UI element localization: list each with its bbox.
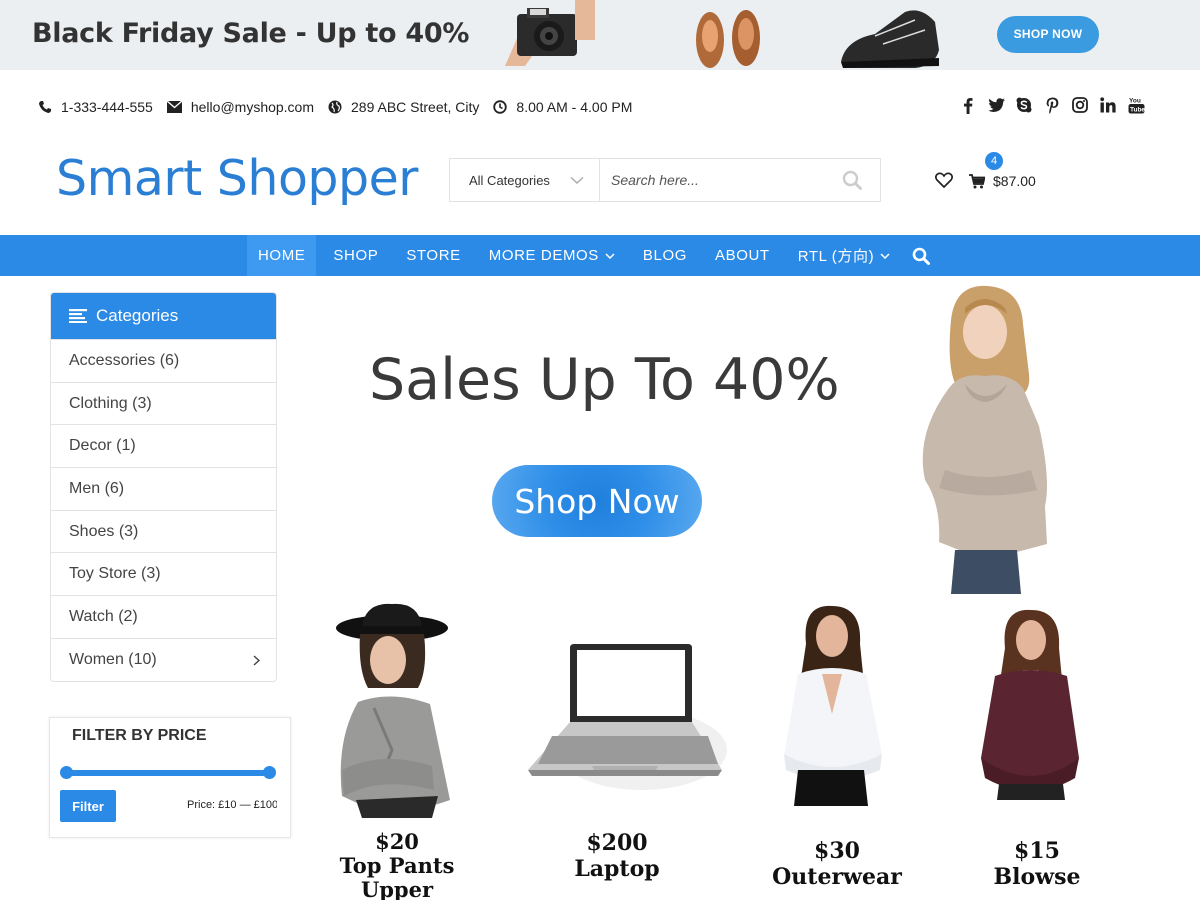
globe-icon — [328, 100, 342, 114]
svg-text:Tube: Tube — [1130, 107, 1145, 114]
product-card[interactable]: $15 Blowse — [942, 838, 1132, 890]
nav-about[interactable]: ABOUT — [701, 235, 784, 276]
address-text: 289 ABC Street, City — [351, 99, 480, 115]
search-bar: All Categories — [449, 158, 881, 202]
promo-banner: Black Friday Sale - Up to 40% SHOP NOW — [0, 0, 1200, 70]
search-icon — [842, 170, 862, 190]
product-price: $200 — [586, 830, 648, 856]
category-item[interactable]: Decor (1) — [51, 424, 276, 467]
contact-info-bar: 1-333-444-555 hello@myshop.com 289 ABC S… — [38, 97, 646, 117]
twitter-icon[interactable] — [982, 98, 1010, 112]
model-woman-image — [922, 285, 1047, 594]
categories-widget: Categories Accessories (6) Clothing (3) … — [50, 292, 277, 682]
linkedin-icon[interactable] — [1094, 97, 1122, 113]
contact-address: 289 ABC Street, City — [328, 99, 479, 115]
heart-icon — [935, 172, 953, 189]
product-image-blowse[interactable] — [975, 608, 1085, 800]
nav-blog[interactable]: BLOG — [629, 235, 701, 276]
chevron-down-icon — [880, 252, 890, 259]
product-card[interactable]: $200 Laptop — [522, 830, 712, 882]
promo-title: Black Friday Sale - Up to 40% — [32, 18, 470, 49]
category-item-label: Women (10) — [69, 650, 157, 668]
product-price: $20 — [375, 829, 419, 854]
category-item[interactable]: Toy Store (3) — [51, 552, 276, 595]
search-icon — [912, 247, 931, 265]
price-slider-min-handle[interactable] — [60, 766, 73, 779]
contact-phone[interactable]: 1-333-444-555 — [38, 99, 153, 115]
category-item[interactable]: Shoes (3) — [51, 509, 276, 553]
email-text: hello@myshop.com — [190, 99, 315, 115]
product-price: $15 — [1014, 838, 1060, 864]
product-name: Blowse — [993, 864, 1081, 890]
search-category-label: All Categories — [469, 172, 550, 188]
envelope-icon — [166, 101, 182, 113]
search-input[interactable] — [600, 159, 824, 201]
cart-icon — [969, 173, 985, 188]
sneaker-image — [841, 10, 939, 68]
price-slider-track[interactable] — [66, 770, 270, 776]
product-image-laptop[interactable] — [522, 640, 727, 795]
youtube-icon[interactable]: You Tube — [1122, 96, 1150, 114]
product-image-top-pants[interactable] — [322, 600, 462, 818]
contact-hours: 8.00 AM - 4.00 PM — [493, 99, 632, 115]
category-item[interactable]: Accessories (6) — [51, 339, 276, 382]
product-name: Outerwear — [772, 864, 902, 890]
category-item-women[interactable]: Women (10) — [51, 637, 276, 681]
price-filter-widget: FILTER BY PRICE Filter Price: £10 — £100 — [49, 717, 291, 838]
categories-header: Categories — [51, 293, 276, 339]
site-logo[interactable]: Smart Shopper — [56, 150, 418, 207]
category-item[interactable]: Watch (2) — [51, 595, 276, 638]
clock-icon — [493, 100, 508, 114]
search-button[interactable] — [824, 159, 880, 201]
price-range-text: Price: £10 — £100 — [187, 799, 277, 811]
svg-text:You: You — [1129, 98, 1141, 105]
pinterest-icon[interactable] — [1038, 97, 1066, 114]
chevron-right-icon — [253, 655, 260, 666]
wishlist-button[interactable] — [935, 172, 953, 193]
phone-icon — [39, 101, 51, 113]
category-item[interactable]: Men (6) — [51, 467, 276, 510]
nav-shop[interactable]: SHOP — [319, 235, 392, 276]
nav-rtl-label: RTL (方向) — [797, 248, 875, 265]
social-links: You Tube — [954, 96, 1150, 114]
facebook-icon[interactable] — [954, 97, 982, 114]
cart-button[interactable]: $87.00 — [969, 173, 1036, 189]
cart-count-badge: 4 — [985, 152, 1003, 170]
camera-image — [505, 0, 595, 66]
nav-store[interactable]: STORE — [392, 235, 474, 276]
cart-total: $87.00 — [993, 173, 1036, 189]
product-card[interactable]: $20 Top Pants Upper — [302, 830, 492, 900]
promo-shop-now-button[interactable]: SHOP NOW — [997, 16, 1099, 53]
phone-text: 1-333-444-555 — [61, 99, 153, 115]
filter-button[interactable]: Filter — [60, 790, 116, 822]
hero-title: Sales Up To 40% — [369, 347, 840, 413]
product-card[interactable]: $30 Outerwear — [742, 838, 932, 890]
nav-home[interactable]: HOME — [247, 235, 317, 276]
filter-title: FILTER BY PRICE — [72, 727, 207, 744]
price-slider-max-handle[interactable] — [263, 766, 276, 779]
nav-more-demos-label: MORE DEMOS — [488, 247, 599, 264]
chevron-down-icon — [605, 252, 615, 259]
nav-rtl[interactable]: RTL (方向) — [784, 235, 904, 276]
product-price: $30 — [814, 838, 860, 864]
hero-shop-now-button[interactable]: Shop Now — [492, 465, 702, 537]
shoes-image — [696, 10, 760, 68]
skype-icon[interactable] — [1010, 97, 1038, 113]
categories-title: Categories — [96, 306, 179, 325]
hours-text: 8.00 AM - 4.00 PM — [516, 99, 633, 115]
search-category-select[interactable]: All Categories — [450, 159, 600, 201]
product-name: Laptop — [574, 856, 660, 882]
nav-search-button[interactable] — [904, 235, 931, 276]
contact-email[interactable]: hello@myshop.com — [166, 99, 315, 115]
product-name: Top Pants Upper — [339, 853, 455, 900]
instagram-icon[interactable] — [1066, 97, 1094, 113]
chevron-down-icon — [570, 176, 584, 184]
list-icon — [69, 309, 87, 323]
nav-more-demos[interactable]: MORE DEMOS — [475, 235, 629, 276]
product-image-outerwear[interactable] — [772, 604, 890, 806]
main-navigation: HOME SHOP STORE MORE DEMOS BLOG ABOUT RT… — [0, 235, 1200, 276]
category-item[interactable]: Clothing (3) — [51, 381, 276, 425]
